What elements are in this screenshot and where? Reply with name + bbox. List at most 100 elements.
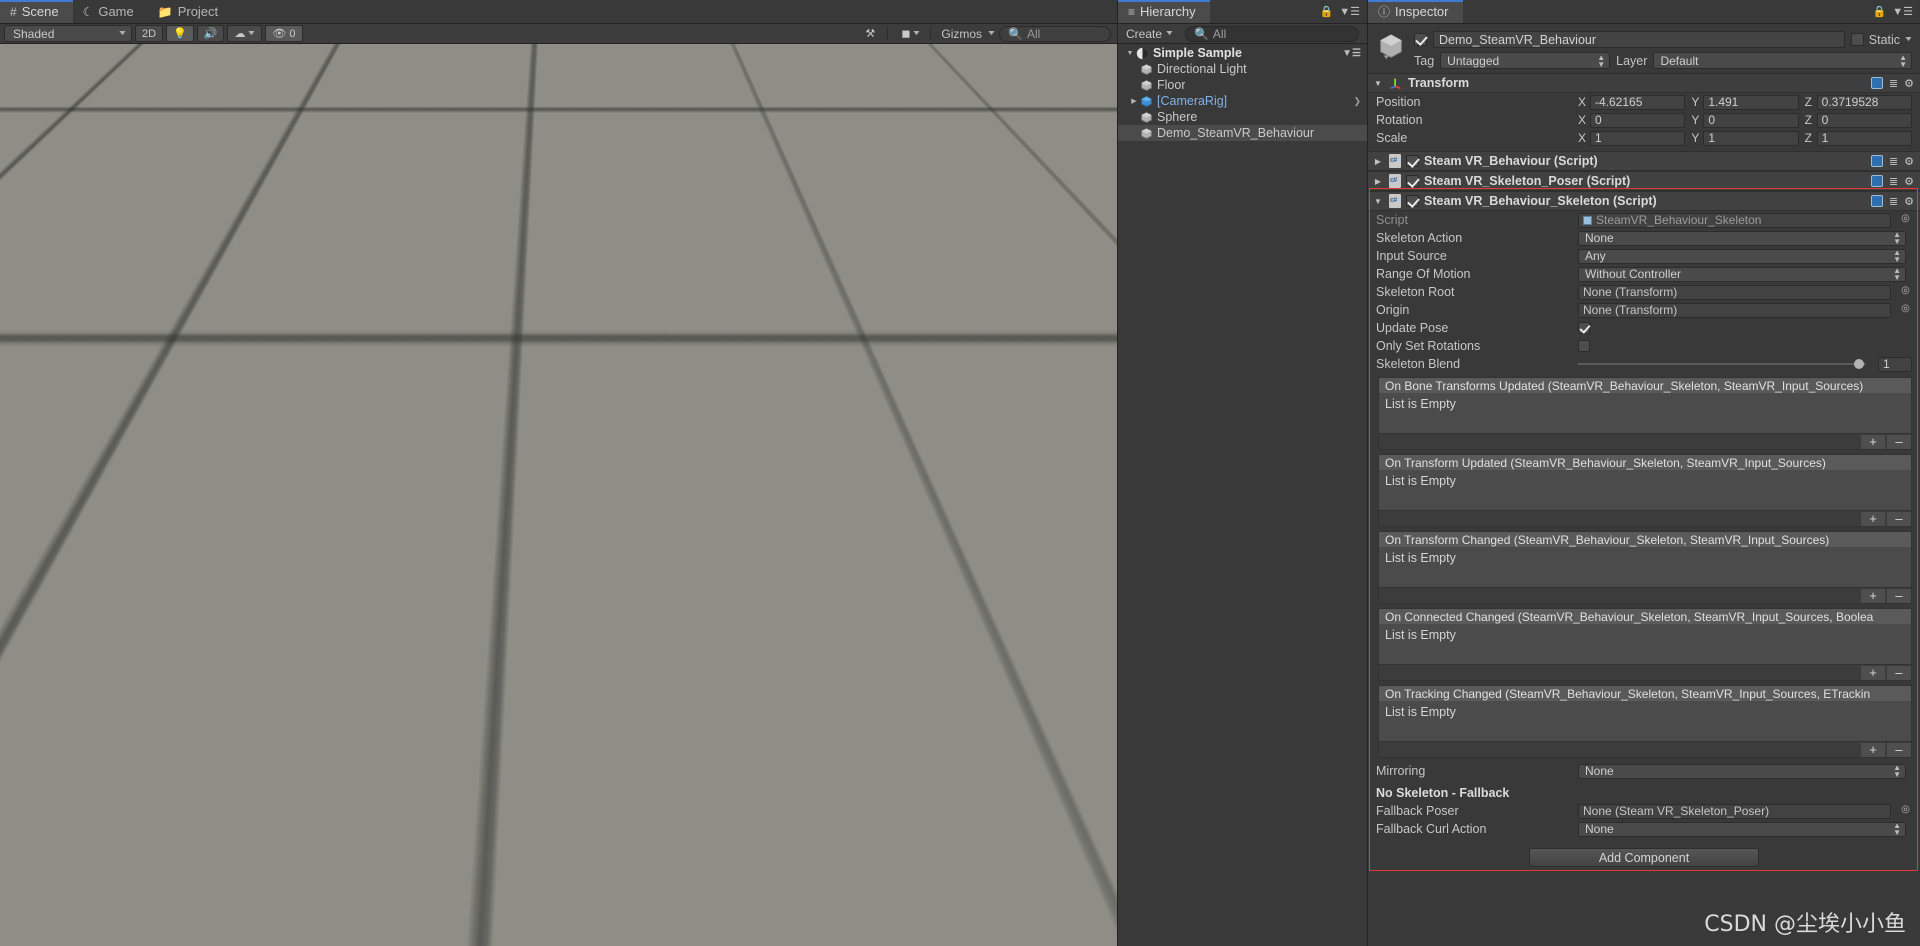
skeleton-root-object-field[interactable]: None (Transform) xyxy=(1578,284,1891,300)
help-icon[interactable] xyxy=(1870,77,1883,89)
hierarchy-item-floor[interactable]: Floor xyxy=(1118,77,1367,93)
skeleton-poser-enabled-checkbox[interactable] xyxy=(1406,175,1419,187)
object-picker-icon[interactable]: ◎ xyxy=(1899,303,1912,318)
fallback-poser-object-field[interactable]: None (Steam VR_Skeleton_Poser) xyxy=(1578,803,1891,819)
add-component-button[interactable]: Add Component xyxy=(1529,848,1759,867)
rotation-z-input[interactable]: 0 xyxy=(1816,112,1912,128)
chevron-down-icon[interactable]: ▼ xyxy=(986,30,996,37)
origin-object-field[interactable]: None (Transform) xyxy=(1578,302,1891,318)
help-icon[interactable] xyxy=(1870,155,1883,167)
gizmo-axis-neg-y[interactable] xyxy=(829,102,847,122)
scene-projection-label[interactable]: ◀ Persp xyxy=(831,170,875,184)
position-y-input[interactable]: 1.491 xyxy=(1703,94,1799,110)
gizmos-button[interactable]: Gizmos xyxy=(935,27,988,41)
remove-listener-button[interactable]: – xyxy=(1887,742,1911,757)
preset-icon[interactable]: ≣ xyxy=(1889,175,1898,188)
update-pose-checkbox[interactable] xyxy=(1578,322,1590,334)
toggle-2d-button[interactable]: 2D xyxy=(135,25,164,42)
scene-audio-toggle[interactable]: 🔊 xyxy=(196,25,225,42)
chevron-right-icon[interactable]: ❯ xyxy=(1353,96,1361,107)
add-listener-button[interactable]: + xyxy=(1861,588,1885,603)
gameobject-enabled-checkbox[interactable] xyxy=(1414,33,1427,46)
tab-game[interactable]: ☾ Game xyxy=(72,0,148,23)
draw-mode-dropdown[interactable]: Shaded ▼ xyxy=(4,25,132,42)
chevron-down-icon[interactable]: ▼ xyxy=(1372,79,1384,88)
fallback-curl-action-dropdown[interactable]: None ▲ ▼ xyxy=(1578,821,1906,837)
lock-icon[interactable]: 🔒 xyxy=(1320,5,1334,18)
tab-project[interactable]: 📁 Project xyxy=(147,0,233,23)
hamburger-icon[interactable]: ▼☰ xyxy=(1892,5,1913,18)
add-listener-button[interactable]: + xyxy=(1861,665,1885,680)
hidden-objects-button[interactable]: 👁 0 xyxy=(265,25,303,42)
preset-icon[interactable]: ≣ xyxy=(1889,77,1898,90)
chevron-down-icon[interactable]: ▼ xyxy=(1372,197,1384,206)
skeleton-enabled-checkbox[interactable] xyxy=(1406,195,1419,207)
range-of-motion-dropdown[interactable]: Without Controller ▲ ▼ xyxy=(1578,266,1906,282)
hamburger-icon[interactable]: ▼☰ xyxy=(1339,5,1360,18)
transform-header[interactable]: ▼ Transform ≣ ⚙ xyxy=(1368,74,1920,93)
static-checkbox[interactable] xyxy=(1850,33,1864,46)
script-object-field[interactable]: SteamVR_Behaviour_Skeleton xyxy=(1578,212,1891,228)
hierarchy-tree[interactable]: ▼ Simple Sample ▼☰ Directional Light Flo… xyxy=(1118,45,1367,946)
remove-listener-button[interactable]: – xyxy=(1887,588,1911,603)
scene-lighting-toggle[interactable]: 💡 xyxy=(166,25,194,42)
scale-z-input[interactable]: 1 xyxy=(1816,130,1912,146)
add-listener-button[interactable]: + xyxy=(1861,742,1885,757)
gear-icon[interactable]: ⚙ xyxy=(1904,175,1914,188)
hamburger-icon[interactable]: ▼☰ xyxy=(1342,48,1361,59)
preset-icon[interactable]: ≣ xyxy=(1889,155,1898,168)
tab-hierarchy[interactable]: ≡ Hierarchy xyxy=(1118,0,1210,23)
add-listener-button[interactable]: + xyxy=(1861,511,1885,526)
gear-icon[interactable]: ⚙ xyxy=(1904,155,1914,168)
object-picker-icon[interactable]: ◎ xyxy=(1899,285,1912,300)
chevron-right-icon[interactable]: ▶ xyxy=(1372,157,1384,166)
chevron-right-icon[interactable]: ▶ xyxy=(1372,177,1384,186)
remove-listener-button[interactable]: – xyxy=(1887,511,1911,526)
chevron-down-icon[interactable]: ▼ xyxy=(1124,50,1136,57)
mirroring-dropdown[interactable]: None ▲ ▼ xyxy=(1578,763,1906,779)
rotation-x-input[interactable]: 0 xyxy=(1590,112,1686,128)
add-listener-button[interactable]: + xyxy=(1861,434,1885,449)
tab-inspector[interactable]: ⓘ Inspector xyxy=(1368,0,1463,23)
help-icon[interactable] xyxy=(1870,195,1883,207)
object-picker-icon[interactable]: ◎ xyxy=(1899,804,1912,819)
hierarchy-item-sphere[interactable]: Sphere xyxy=(1118,109,1367,125)
hierarchy-item-directional-light[interactable]: Directional Light xyxy=(1118,61,1367,77)
steamvr-skeleton-poser-header[interactable]: ▶ Steam VR_Skeleton_Poser (Script) ≣ ⚙ xyxy=(1368,172,1920,191)
lock-icon[interactable]: 🔒 xyxy=(1873,5,1887,18)
only-set-rotations-checkbox[interactable] xyxy=(1578,340,1590,352)
chevron-down-icon[interactable]: ▼ xyxy=(1903,36,1913,43)
gear-icon[interactable]: ⚙ xyxy=(1904,77,1914,90)
scale-x-input[interactable]: 1 xyxy=(1590,130,1686,146)
remove-listener-button[interactable]: – xyxy=(1887,434,1911,449)
scene-viewport[interactable]: y x z ◀ Persp 🔒 xyxy=(0,44,1117,946)
scene-search-input[interactable]: 🔍 All xyxy=(999,25,1111,42)
skeleton-blend-slider[interactable] xyxy=(1578,357,1872,372)
steamvr-behaviour-skeleton-header[interactable]: ▼ Steam VR_Behaviour_Skeleton (Script) ≣… xyxy=(1368,192,1920,211)
scene-fx-button[interactable]: ☁ ▼ xyxy=(227,25,263,42)
position-z-input[interactable]: 0.3719528 xyxy=(1816,94,1912,110)
steamvr-behaviour-header[interactable]: ▶ Steam VR_Behaviour (Script) ≣ ⚙ xyxy=(1368,152,1920,171)
transform-move-gizmo[interactable] xyxy=(431,254,612,471)
hierarchy-item-demo-steamvr-behaviour[interactable]: Demo_SteamVR_Behaviour xyxy=(1118,125,1367,141)
remove-listener-button[interactable]: – xyxy=(1887,665,1911,680)
gizmo-axis-neg-z[interactable] xyxy=(815,74,833,94)
position-x-input[interactable]: -4.62165 xyxy=(1590,94,1686,110)
steamvr-behaviour-enabled-checkbox[interactable] xyxy=(1406,155,1419,167)
layer-dropdown[interactable]: Default ▲ ▼ xyxy=(1653,52,1912,69)
scale-y-input[interactable]: 1 xyxy=(1703,130,1799,146)
input-source-dropdown[interactable]: Any ▲ ▼ xyxy=(1578,248,1906,264)
skeleton-blend-input[interactable]: 1 xyxy=(1878,356,1912,372)
rotation-y-input[interactable]: 0 xyxy=(1703,112,1799,128)
create-button[interactable]: Create ▼ xyxy=(1122,27,1177,41)
help-icon[interactable] xyxy=(1870,175,1883,187)
scene-tools-button[interactable]: ⚒ xyxy=(857,25,883,42)
preset-icon[interactable]: ≣ xyxy=(1889,195,1898,208)
tab-scene[interactable]: # Scene xyxy=(0,0,73,23)
hierarchy-item-camerarig[interactable]: ▶ [CameraRig] ❯ xyxy=(1118,93,1367,109)
object-picker-icon[interactable]: ◎ xyxy=(1899,213,1912,228)
scene-camera-button[interactable]: ◼ ▼ xyxy=(895,25,926,42)
tag-dropdown[interactable]: Untagged ▲ ▼ xyxy=(1440,52,1611,69)
chevron-right-icon[interactable]: ▶ xyxy=(1128,97,1140,105)
hierarchy-search-input[interactable]: 🔍 All xyxy=(1184,25,1359,42)
